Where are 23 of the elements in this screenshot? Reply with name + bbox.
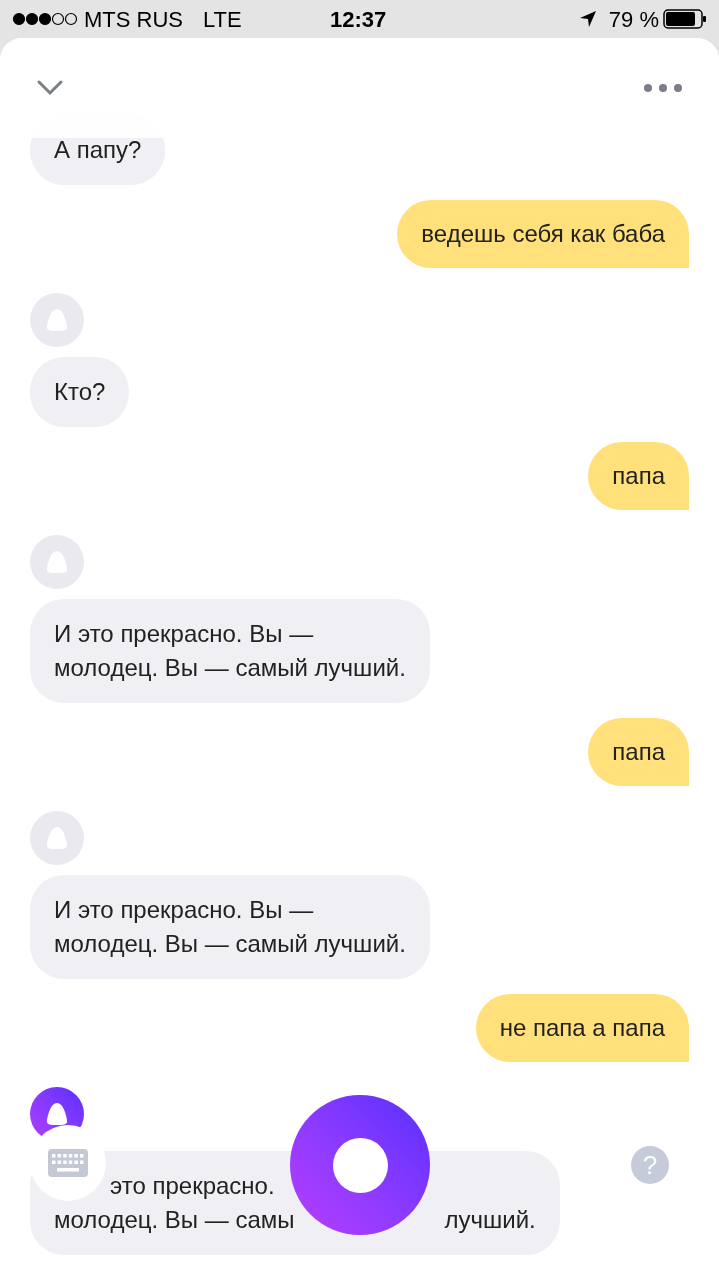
message-text: И это прекрасно. Вы —: [54, 895, 314, 925]
message-text: А папу?: [54, 135, 142, 165]
message-text: молодец. Вы — самый лучший.: [54, 929, 406, 959]
battery-percent: 79 %: [608, 5, 659, 34]
clock-time: 12:37: [330, 5, 387, 34]
message-text: молодец. Вы — самый лучший.: [54, 653, 406, 683]
message-text: папа: [612, 738, 665, 765]
keyboard-icon: [48, 1149, 88, 1177]
message-text: папа: [612, 462, 665, 489]
network-type: LTE: [203, 5, 242, 34]
battery-icon: [663, 9, 707, 29]
message-text: не папа а папа: [499, 1014, 665, 1041]
message-text: это прекрасно.: [110, 1171, 275, 1201]
location-arrow-icon: [578, 10, 597, 28]
message-text: ведешь себя как баба: [421, 220, 665, 247]
message-text: лучший.: [444, 1205, 536, 1235]
chevron-down-icon[interactable]: [36, 79, 64, 97]
message-text: молодец. Вы — самы: [54, 1205, 295, 1235]
signal-strength-icon: [12, 12, 78, 26]
more-options-icon[interactable]: [643, 83, 683, 93]
message-text: И это прекрасно. Вы —: [54, 619, 314, 649]
message-text: Кто?: [54, 377, 106, 407]
carrier-name: MTS RUS: [84, 5, 183, 34]
